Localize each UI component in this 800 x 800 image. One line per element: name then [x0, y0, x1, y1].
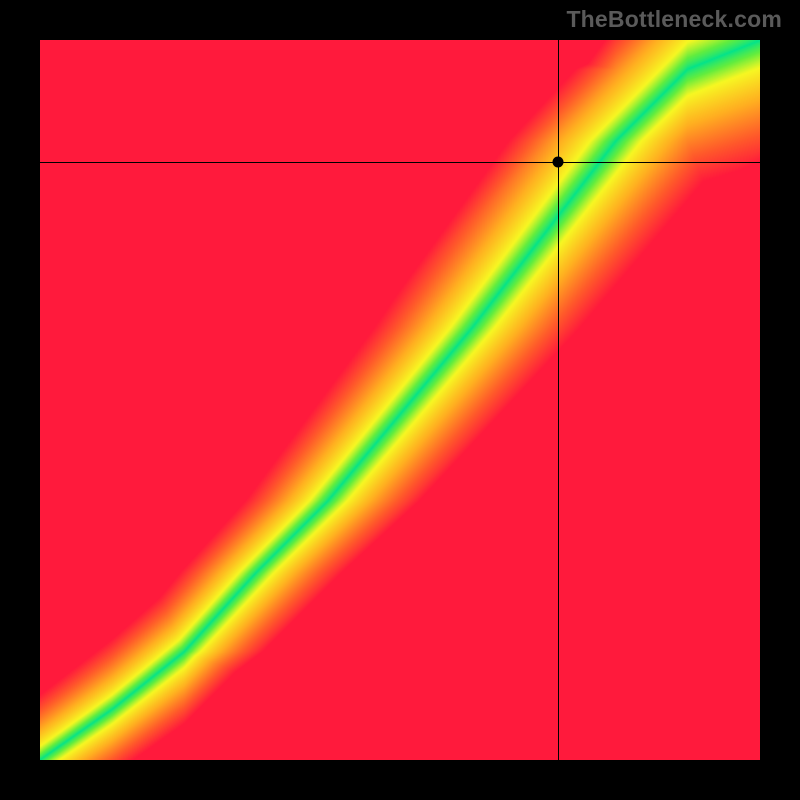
crosshair-point	[553, 157, 564, 168]
crosshair-vertical	[558, 40, 559, 760]
watermark-text: TheBottleneck.com	[566, 6, 782, 33]
heatmap-canvas	[40, 40, 760, 760]
crosshair-horizontal	[40, 162, 760, 163]
heatmap-plot	[40, 40, 760, 760]
